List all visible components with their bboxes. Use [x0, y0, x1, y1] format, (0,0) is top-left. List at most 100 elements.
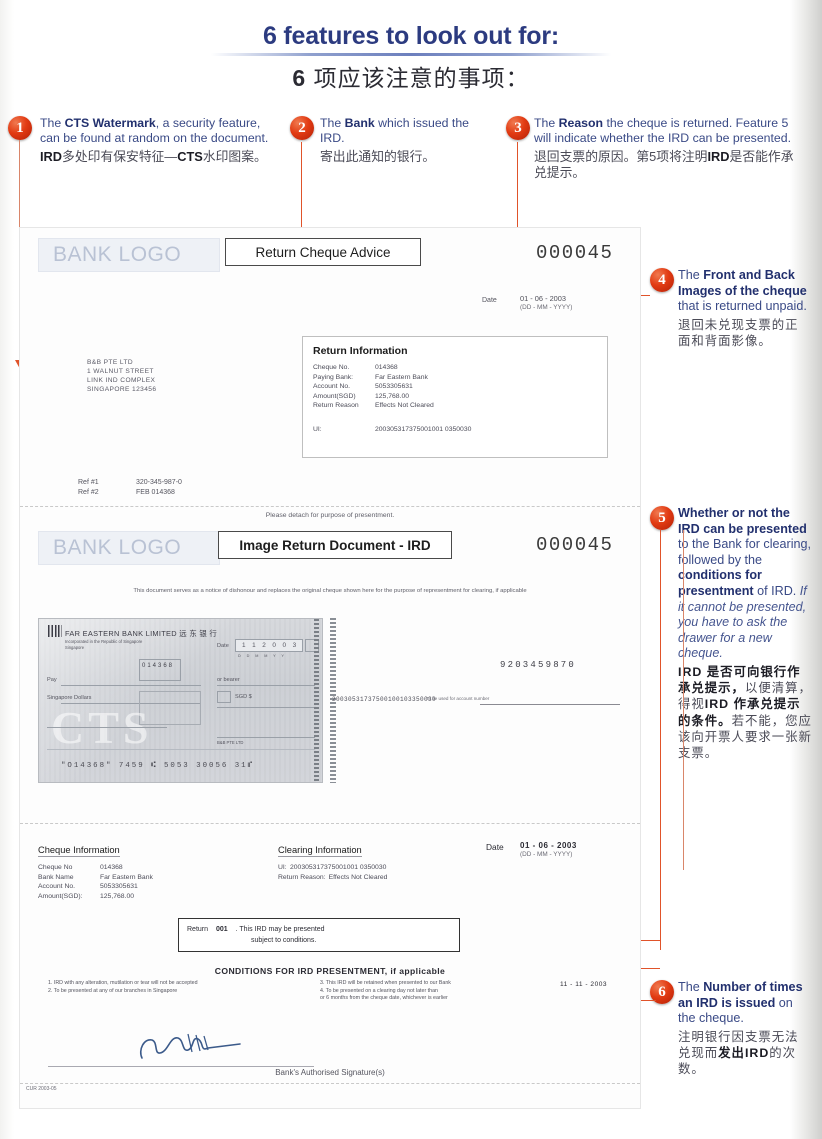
feature-bullet-3: 3	[506, 116, 530, 140]
cheque-info-value: 5053305631	[100, 883, 138, 891]
cheque-back-image: 9203459870 20030531737500100103350030 To…	[330, 618, 620, 783]
ref1-label: Ref #1	[78, 479, 99, 486]
cheque-info-value: 014368	[100, 864, 123, 871]
signature-caption: Bank's Authorised Signature(s)	[275, 1068, 385, 1077]
title-divider	[211, 53, 611, 56]
page-title-english: 6 features to look out for:	[262, 22, 559, 50]
advice-title-box: Return Cheque Advice	[225, 238, 421, 266]
back-ui-value: 20030531737500100103350030	[332, 696, 437, 703]
feature-callout-1: 1 The CTS Watermark, a security feature,…	[8, 116, 276, 165]
feature-1-chinese: IRD多处印有保安特征—CTS水印图案。	[40, 148, 267, 164]
cheque-bank-bars-icon	[48, 625, 62, 637]
advice-bottom-divider	[20, 506, 640, 507]
conditions-left-column: 1. IRD with any alteration, mutilation o…	[48, 980, 308, 995]
return-statement-line2: subject to conditions.	[251, 937, 317, 944]
cheque-info-row: Bank Name Far Eastern Bank	[38, 873, 278, 883]
condition-item: 2. To be presented at any of our branche…	[48, 987, 178, 994]
cheque-front-image: FAR EASTERN BANK LIMITED 远 东 银 行 Incorpo…	[38, 618, 323, 783]
clearing-ui-row: UI: 200305317375001001 0350030	[278, 863, 498, 873]
reference-row: Ref #1 320-345-987-0	[78, 478, 182, 488]
signature-line	[48, 1066, 314, 1067]
page-title-chinese-number: 6	[292, 65, 307, 91]
return-info-ui-row: UI: 200305317375001001 0350030	[313, 425, 597, 435]
cheque-branch: Singapore	[65, 645, 85, 650]
cheque-micr-line: "O14368" 7459 ⑆ 5053 30056 31⑈	[61, 762, 255, 770]
return-statement-prefix: Return	[187, 926, 209, 933]
clearing-information-block: Clearing Information UI: 2003053173750010…	[278, 840, 498, 882]
ui-value: 200305317375001001 0350030	[375, 425, 472, 433]
condition-item: 4. To be presented on a clearing day not…	[320, 987, 438, 994]
cheque-stamp-text: 014368	[142, 663, 175, 669]
cheque-line-c	[47, 749, 315, 750]
cheque-line-a	[47, 727, 167, 728]
recipient-address: B&B PTE LTD 1 WALNUT STREET LINK IND COM…	[87, 358, 156, 394]
detach-note: Please detach for purpose of presentment…	[265, 512, 395, 519]
feature-callout-4: 4 The Front and Back Images of the chequ…	[650, 268, 810, 349]
ird-notice: This document serves as a notice of dish…	[133, 588, 527, 594]
cheque-info-label: Account No.	[38, 883, 76, 891]
feature-callout-3: 3 The Reason the cheque is returned. Fea…	[506, 116, 806, 182]
ird-images-divider	[20, 823, 640, 824]
document-footer-code: CUR 2003-05	[26, 1086, 57, 1092]
conditions-right-column: 3. This IRD will be retained when presen…	[320, 980, 570, 1003]
cheque-info-label: Bank Name	[38, 873, 74, 881]
return-info-label: Account No.	[313, 383, 351, 391]
return-information-box: Return Information Cheque No. 014368 Payi…	[302, 336, 608, 458]
condition-item: 3. This IRD will be retained when presen…	[320, 980, 451, 986]
clearing-info-rows: UI: 200305317375001001 0350030 Return Rea…	[278, 863, 498, 882]
ird-title-box: Image Return Document - IRD	[218, 531, 452, 559]
cheque-info-value: 125,768.00	[100, 892, 135, 900]
cheque-line-b	[217, 737, 315, 738]
cheque-edge-strip	[314, 619, 319, 782]
clearing-ui-value: 200305317375001001 0350030	[290, 864, 387, 871]
feature-5-chinese: IRD 是否可向银行作承兑提示，以便清算，得视IRD 作承兑提示的条件。若不能，…	[678, 664, 812, 760]
feature-bullet-2: 2	[290, 116, 314, 140]
address-line-4: SINGAPORE 123456	[87, 386, 157, 393]
condition-item: or 6 months from the cheque date, whiche…	[320, 995, 448, 1002]
cheque-pay-line	[61, 685, 201, 686]
ref1-value: 320-345-987-0	[136, 479, 182, 486]
return-statement-box: Return 001 . This IRD may be presented s…	[178, 918, 460, 952]
feature-callout-6: 6 The Number of times an IRD is issued o…	[650, 980, 810, 1077]
clearing-reason-value: Effects Not Cleared	[328, 873, 388, 881]
return-info-heading: Return Information	[313, 345, 408, 357]
return-info-value: 125,768.00	[375, 392, 410, 400]
poster-page: 6 features to look out for: 6 项应该注意的事项： …	[0, 0, 822, 1139]
reference-row: Ref #2 FEB 014368	[78, 488, 182, 498]
endorsement-number: 9203459870	[500, 660, 577, 670]
feature-2-chinese: 寄出此通知的银行。	[320, 148, 436, 164]
cheque-date-label: Date	[217, 643, 229, 649]
clearing-info-heading: Clearing Information	[278, 845, 362, 857]
feature-callout-2: 2 The Bank which issued the IRD. 寄出此通知的银…	[290, 116, 490, 165]
advice-serial-number: 000045	[536, 242, 614, 264]
advice-date-format: (DD - MM - YYYY)	[520, 304, 573, 311]
connector-2-vertical	[301, 142, 303, 234]
return-info-value: Far Eastern Bank	[375, 373, 428, 381]
cheque-date-sub: D D M M Y Y	[238, 654, 287, 658]
scanned-document: BANK LOGO Return Cheque Advice 000045 Da…	[20, 228, 640, 1108]
cheque-info-heading: Cheque Information	[38, 845, 120, 857]
back-note-rule	[480, 704, 620, 705]
feature-1-english: The CTS Watermark, a security feature, c…	[40, 116, 269, 146]
return-info-label: Amount(SGD)	[313, 392, 356, 400]
ui-label: UI:	[313, 425, 322, 433]
bank-logo-ird: BANK LOGO	[38, 531, 220, 565]
clearing-date-label: Date	[486, 842, 504, 852]
return-info-row: Paying Bank: Far Eastern Bank	[313, 373, 597, 383]
ird-serial-number: 000045	[536, 534, 614, 556]
return-reason-row: Return Reason Effects Not Cleared	[313, 401, 597, 411]
feature-3-chinese: 退回支票的原因。第5项将注明IRD是否能作承兑提示。	[534, 148, 794, 181]
feature-6-english: The Number of times an IRD is issued on …	[678, 980, 803, 1026]
cheque-info-value: Far Eastern Bank	[100, 873, 153, 881]
clearing-date-value: 01 - 06 - 2003	[520, 841, 577, 850]
signature-mark	[139, 1033, 241, 1059]
clearing-reason-label: Return Reason:	[278, 873, 326, 881]
return-reason-value: Effects Not Cleared	[375, 402, 434, 410]
ref2-label: Ref #2	[78, 489, 99, 496]
page-title: 6 features to look out for: 6 项应该注意的事项：	[0, 22, 822, 93]
cheque-order-label: or bearer	[217, 677, 240, 683]
condition-item: 1. IRD with any alteration, mutilation o…	[48, 980, 198, 986]
address-line-2: 1 WALNUT STREET	[87, 368, 154, 375]
return-reason-label: Return Reason	[313, 402, 359, 410]
cheque-info-row: Amount(SGD): 125,768.00	[38, 892, 278, 902]
